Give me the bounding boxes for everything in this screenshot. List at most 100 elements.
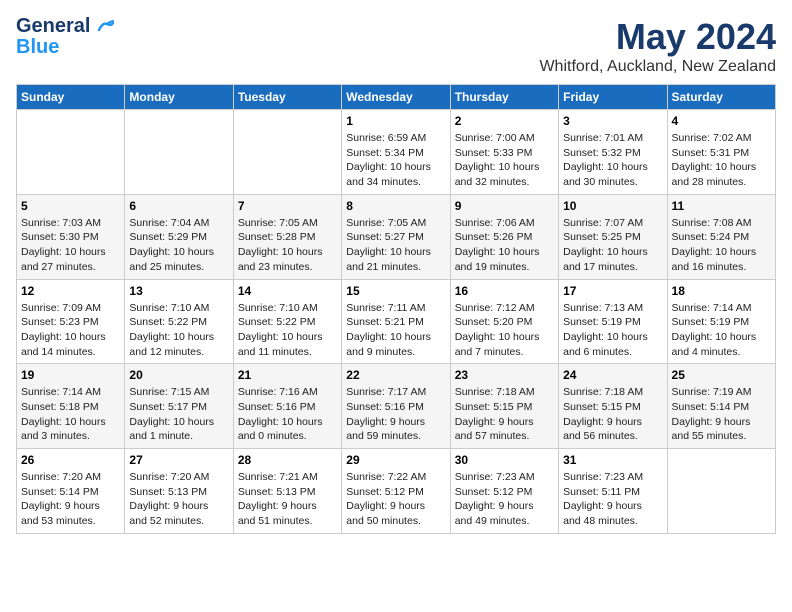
day-detail: Sunrise: 7:18 AMSunset: 5:15 PMDaylight:… <box>455 385 554 444</box>
calendar-cell: 12Sunrise: 7:09 AMSunset: 5:23 PMDayligh… <box>17 279 125 364</box>
calendar-cell: 21 Sunrise: 7:16 AMSunset: 5:16 PMDayligh… <box>233 364 341 449</box>
day-number: 11 <box>672 199 771 213</box>
day-number: 30 <box>455 453 554 467</box>
day-number: 22 <box>346 368 445 382</box>
day-number: 2 <box>455 114 554 128</box>
calendar-cell: 10 Sunrise: 7:07 AMSunset: 5:25 PMDayligh… <box>559 194 667 279</box>
calendar-cell: 3 Sunrise: 7:01 AMSunset: 5:32 PMDaylight… <box>559 110 667 195</box>
location: Whitford, Auckland, New Zealand <box>539 58 776 76</box>
calendar-cell <box>125 110 233 195</box>
day-detail: Sunrise: 7:01 AMSunset: 5:32 PMDaylight:… <box>563 131 662 190</box>
calendar-week-row: 19 Sunrise: 7:14 AMSunset: 5:18 PMDayligh… <box>17 364 776 449</box>
calendar-cell: 16Sunrise: 7:12 AMSunset: 5:20 PMDayligh… <box>450 279 558 364</box>
day-number: 29 <box>346 453 445 467</box>
column-header-wednesday: Wednesday <box>342 85 450 110</box>
day-detail: Sunrise: 7:06 AMSunset: 5:26 PMDaylight:… <box>455 216 554 275</box>
calendar-cell: 25 Sunrise: 7:19 AMSunset: 5:14 PMDayligh… <box>667 364 775 449</box>
column-header-monday: Monday <box>125 85 233 110</box>
day-detail: Sunrise: 7:14 AMSunset: 5:19 PMDaylight:… <box>672 301 771 360</box>
calendar-cell <box>233 110 341 195</box>
day-detail: Sunrise: 7:18 AMSunset: 5:15 PMDaylight:… <box>563 385 662 444</box>
day-number: 14 <box>238 284 337 298</box>
bird-icon <box>97 20 115 34</box>
day-number: 28 <box>238 453 337 467</box>
day-detail: Sunrise: 7:10 AMSunset: 5:22 PMDaylight:… <box>238 301 337 360</box>
calendar-cell: 30 Sunrise: 7:23 AMSunset: 5:12 PMDayligh… <box>450 449 558 534</box>
day-number: 8 <box>346 199 445 213</box>
day-detail: Sunrise: 7:20 AMSunset: 5:13 PMDaylight:… <box>129 470 228 529</box>
day-number: 7 <box>238 199 337 213</box>
calendar-week-row: 26 Sunrise: 7:20 AMSunset: 5:14 PMDayligh… <box>17 449 776 534</box>
column-header-friday: Friday <box>559 85 667 110</box>
day-detail: Sunrise: 6:59 AMSunset: 5:34 PMDaylight:… <box>346 131 445 190</box>
column-header-saturday: Saturday <box>667 85 775 110</box>
calendar-cell: 17Sunrise: 7:13 AMSunset: 5:19 PMDayligh… <box>559 279 667 364</box>
calendar-cell: 23 Sunrise: 7:18 AMSunset: 5:15 PMDayligh… <box>450 364 558 449</box>
day-detail: Sunrise: 7:04 AMSunset: 5:29 PMDaylight:… <box>129 216 228 275</box>
calendar-cell: 8 Sunrise: 7:05 AMSunset: 5:27 PMDaylight… <box>342 194 450 279</box>
day-number: 19 <box>21 368 120 382</box>
title-block: May 2024 Whitford, Auckland, New Zealand <box>539 16 776 76</box>
day-number: 1 <box>346 114 445 128</box>
month-year: May 2024 <box>539 16 776 58</box>
day-number: 10 <box>563 199 662 213</box>
day-number: 12 <box>21 284 120 298</box>
day-number: 23 <box>455 368 554 382</box>
day-detail: Sunrise: 7:10 AMSunset: 5:22 PMDaylight:… <box>129 301 228 360</box>
calendar-week-row: 1 Sunrise: 6:59 AMSunset: 5:34 PMDaylight… <box>17 110 776 195</box>
day-number: 3 <box>563 114 662 128</box>
day-detail: Sunrise: 7:16 AMSunset: 5:16 PMDaylight:… <box>238 385 337 444</box>
column-header-tuesday: Tuesday <box>233 85 341 110</box>
day-detail: Sunrise: 7:12 AMSunset: 5:20 PMDaylight:… <box>455 301 554 360</box>
calendar-cell: 2 Sunrise: 7:00 AMSunset: 5:33 PMDaylight… <box>450 110 558 195</box>
calendar-cell: 22 Sunrise: 7:17 AMSunset: 5:16 PMDayligh… <box>342 364 450 449</box>
day-detail: Sunrise: 7:00 AMSunset: 5:33 PMDaylight:… <box>455 131 554 190</box>
day-number: 25 <box>672 368 771 382</box>
calendar-cell: 18Sunrise: 7:14 AMSunset: 5:19 PMDayligh… <box>667 279 775 364</box>
calendar-header-row: SundayMondayTuesdayWednesdayThursdayFrid… <box>17 85 776 110</box>
day-detail: Sunrise: 7:23 AMSunset: 5:11 PMDaylight:… <box>563 470 662 529</box>
day-detail: Sunrise: 7:05 AMSunset: 5:27 PMDaylight:… <box>346 216 445 275</box>
day-detail: Sunrise: 7:20 AMSunset: 5:14 PMDaylight:… <box>21 470 120 529</box>
calendar-cell: 19 Sunrise: 7:14 AMSunset: 5:18 PMDayligh… <box>17 364 125 449</box>
day-detail: Sunrise: 7:17 AMSunset: 5:16 PMDaylight:… <box>346 385 445 444</box>
day-number: 21 <box>238 368 337 382</box>
day-detail: Sunrise: 7:08 AMSunset: 5:24 PMDaylight:… <box>672 216 771 275</box>
calendar-cell: 28 Sunrise: 7:21 AMSunset: 5:13 PMDayligh… <box>233 449 341 534</box>
day-number: 27 <box>129 453 228 467</box>
calendar-cell: 13 Sunrise: 7:10 AMSunset: 5:22 PMDayligh… <box>125 279 233 364</box>
calendar-cell: 6 Sunrise: 7:04 AMSunset: 5:29 PMDaylight… <box>125 194 233 279</box>
day-detail: Sunrise: 7:22 AMSunset: 5:12 PMDaylight:… <box>346 470 445 529</box>
calendar-cell <box>17 110 125 195</box>
logo-blue: Blue <box>16 36 59 58</box>
day-number: 26 <box>21 453 120 467</box>
day-number: 5 <box>21 199 120 213</box>
calendar-cell: 15Sunrise: 7:11 AMSunset: 5:21 PMDayligh… <box>342 279 450 364</box>
calendar-week-row: 5 Sunrise: 7:03 AMSunset: 5:30 PMDaylight… <box>17 194 776 279</box>
day-detail: Sunrise: 7:14 AMSunset: 5:18 PMDaylight:… <box>21 385 120 444</box>
day-number: 9 <box>455 199 554 213</box>
day-detail: Sunrise: 7:15 AMSunset: 5:17 PMDaylight:… <box>129 385 228 444</box>
day-number: 13 <box>129 284 228 298</box>
day-number: 24 <box>563 368 662 382</box>
calendar-cell: 31Sunrise: 7:23 AMSunset: 5:11 PMDayligh… <box>559 449 667 534</box>
calendar-cell: 7Sunrise: 7:05 AMSunset: 5:28 PMDaylight… <box>233 194 341 279</box>
calendar-cell: 24 Sunrise: 7:18 AMSunset: 5:15 PMDayligh… <box>559 364 667 449</box>
calendar-table: SundayMondayTuesdayWednesdayThursdayFrid… <box>16 84 776 534</box>
day-detail: Sunrise: 7:19 AMSunset: 5:14 PMDaylight:… <box>672 385 771 444</box>
calendar-cell: 26 Sunrise: 7:20 AMSunset: 5:14 PMDayligh… <box>17 449 125 534</box>
day-detail: Sunrise: 7:03 AMSunset: 5:30 PMDaylight:… <box>21 216 120 275</box>
calendar-cell: 4Sunrise: 7:02 AMSunset: 5:31 PMDaylight… <box>667 110 775 195</box>
calendar-cell: 1 Sunrise: 6:59 AMSunset: 5:34 PMDaylight… <box>342 110 450 195</box>
calendar-cell: 11 Sunrise: 7:08 AMSunset: 5:24 PMDayligh… <box>667 194 775 279</box>
calendar-cell: 29 Sunrise: 7:22 AMSunset: 5:12 PMDayligh… <box>342 449 450 534</box>
day-number: 6 <box>129 199 228 213</box>
calendar-cell: 9 Sunrise: 7:06 AMSunset: 5:26 PMDaylight… <box>450 194 558 279</box>
day-detail: Sunrise: 7:07 AMSunset: 5:25 PMDaylight:… <box>563 216 662 275</box>
calendar-week-row: 12Sunrise: 7:09 AMSunset: 5:23 PMDayligh… <box>17 279 776 364</box>
column-header-sunday: Sunday <box>17 85 125 110</box>
day-number: 4 <box>672 114 771 128</box>
day-detail: Sunrise: 7:23 AMSunset: 5:12 PMDaylight:… <box>455 470 554 529</box>
day-detail: Sunrise: 7:21 AMSunset: 5:13 PMDaylight:… <box>238 470 337 529</box>
day-number: 15 <box>346 284 445 298</box>
